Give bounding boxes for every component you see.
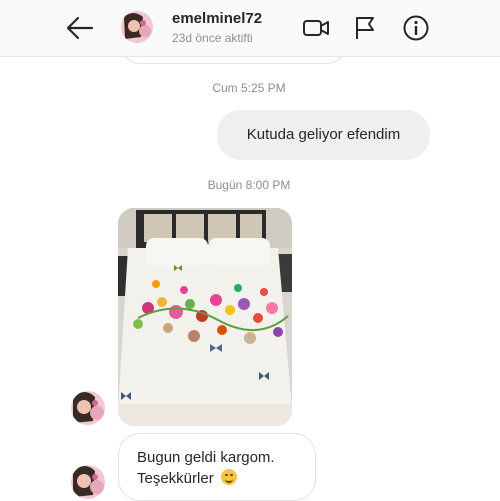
- timestamp: Cum 5:25 PM: [212, 81, 286, 95]
- chat-username[interactable]: emelminel72: [172, 10, 262, 27]
- sender-avatar[interactable]: [71, 391, 105, 425]
- chat-header: emelminel72 23d önce aktifti: [0, 0, 500, 57]
- incoming-message-line-2: Teşekkürler: [137, 470, 214, 487]
- timestamp: Bugün 8:00 PM: [207, 178, 291, 192]
- photo-message[interactable]: [118, 208, 292, 426]
- incoming-message-line-1: Bugun geldi kargom.: [137, 449, 275, 466]
- back-arrow-icon[interactable]: [64, 12, 96, 44]
- flag-icon[interactable]: [351, 14, 379, 42]
- active-status: 23d önce aktifti: [172, 31, 253, 45]
- incoming-message[interactable]: Bugun geldi kargom. Teşekkürler: [118, 433, 316, 501]
- video-call-icon[interactable]: [302, 14, 330, 42]
- smiling-face-emoji-icon: [220, 469, 237, 485]
- info-icon[interactable]: [402, 14, 430, 42]
- outgoing-message[interactable]: Kutuda geliyor efendim: [217, 110, 430, 160]
- sender-avatar[interactable]: [71, 465, 105, 499]
- header-avatar[interactable]: [121, 11, 153, 43]
